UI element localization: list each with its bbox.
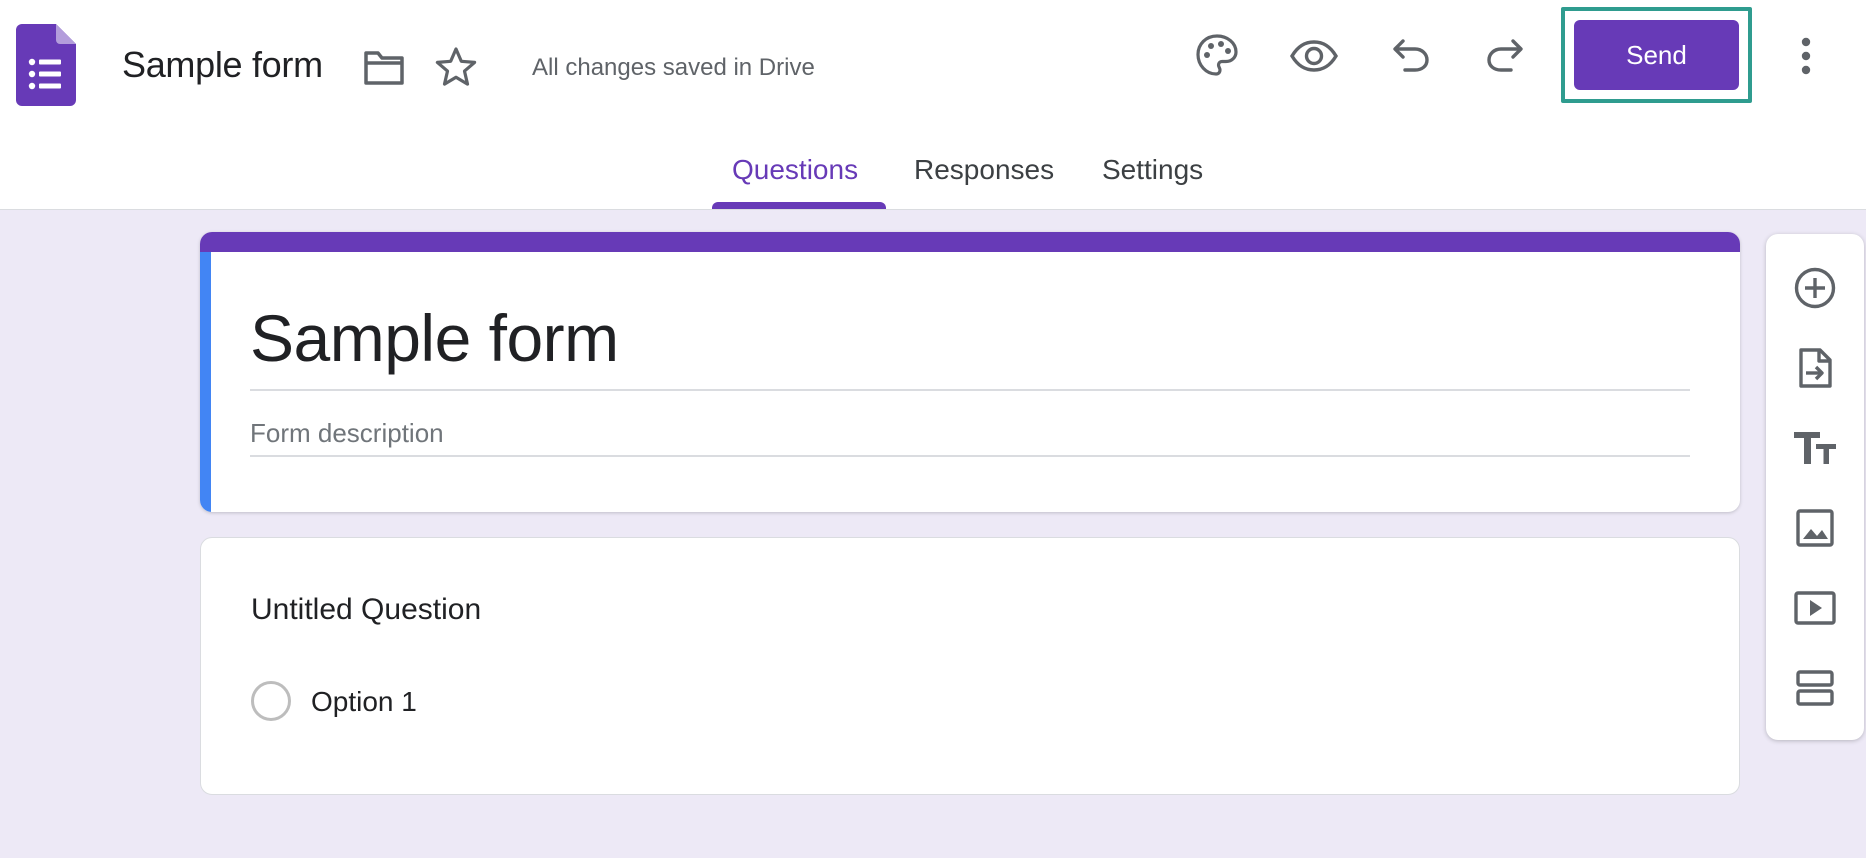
title-card-accent-bar xyxy=(200,232,1740,252)
option-radio-button[interactable] xyxy=(251,681,291,721)
question-title[interactable]: Untitled Question xyxy=(251,593,481,627)
save-status: All changes saved in Drive xyxy=(532,54,815,81)
forms-logo-icon[interactable] xyxy=(16,24,76,106)
app-header: Sample form All changes saved in Drive S… xyxy=(0,0,1866,210)
tab-settings[interactable]: Settings xyxy=(1102,154,1203,186)
form-description-input[interactable]: Form description xyxy=(250,418,444,449)
active-tab-indicator xyxy=(712,202,886,209)
add-section-icon[interactable] xyxy=(1790,663,1840,713)
tab-responses[interactable]: Responses xyxy=(914,154,1054,186)
send-button[interactable]: Send xyxy=(1574,20,1739,90)
document-title[interactable]: Sample form xyxy=(122,44,323,86)
selected-card-indicator xyxy=(200,252,211,512)
more-options-icon[interactable] xyxy=(1790,30,1822,82)
move-to-folder-icon[interactable] xyxy=(361,44,407,90)
form-title-input[interactable]: Sample form xyxy=(250,300,619,376)
add-video-icon[interactable] xyxy=(1790,583,1840,633)
add-title-description-icon[interactable] xyxy=(1790,423,1840,473)
title-underline xyxy=(250,389,1690,391)
question-card[interactable]: Untitled Question Option 1 xyxy=(200,537,1740,795)
redo-icon[interactable] xyxy=(1480,30,1530,80)
form-title-card[interactable]: Sample form Form description xyxy=(200,232,1740,512)
star-icon[interactable] xyxy=(433,44,479,90)
description-underline xyxy=(250,455,1690,457)
preview-eye-icon[interactable] xyxy=(1288,30,1340,82)
palette-icon[interactable] xyxy=(1192,30,1242,80)
add-image-icon[interactable] xyxy=(1790,503,1840,553)
tab-questions[interactable]: Questions xyxy=(732,154,858,186)
undo-icon[interactable] xyxy=(1386,30,1436,80)
add-question-icon[interactable] xyxy=(1790,263,1840,313)
import-questions-icon[interactable] xyxy=(1790,343,1840,393)
option-label[interactable]: Option 1 xyxy=(311,686,417,718)
floating-toolbar xyxy=(1766,234,1864,740)
